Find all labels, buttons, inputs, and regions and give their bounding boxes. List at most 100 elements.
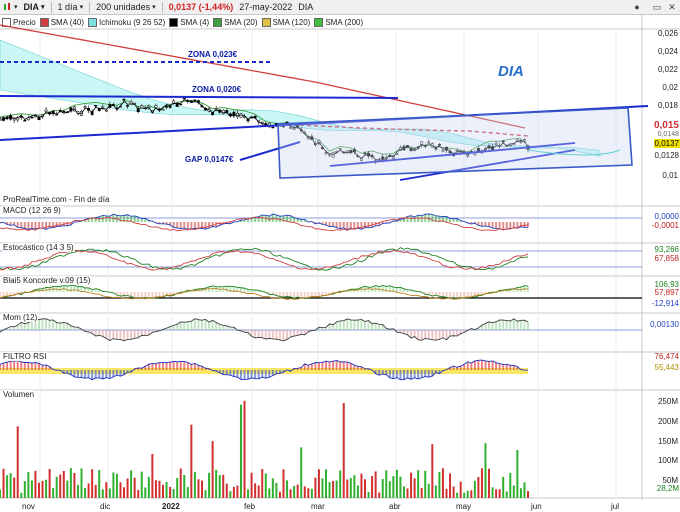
rsi-bar — [13, 361, 16, 370]
rsi-bar — [484, 360, 487, 370]
volume-bar — [466, 490, 469, 498]
volume-bar — [307, 488, 310, 498]
volume-tag: 28,2M — [656, 484, 679, 493]
volume-bar — [250, 472, 253, 498]
macd-bar — [353, 222, 356, 230]
volume-bar — [2, 468, 5, 498]
x-tick: feb — [244, 502, 256, 511]
mom-panel-label[interactable]: Mom (12) — [2, 313, 39, 322]
mom-bar — [498, 320, 501, 330]
rsi-bar — [16, 360, 19, 370]
koncorde-bar — [367, 287, 370, 292]
mom-bar — [289, 330, 292, 338]
chart-canvas[interactable] — [0, 0, 680, 512]
volume-panel-label[interactable]: Volumen — [2, 390, 36, 399]
volume-bar — [523, 482, 526, 498]
macd-signal-line — [0, 216, 529, 232]
rsi-bar — [495, 362, 498, 370]
rsi-bar — [27, 362, 30, 370]
macd-bar — [342, 222, 345, 228]
volume-bar — [381, 478, 384, 498]
mom-bar — [193, 318, 196, 330]
rsi-bar — [193, 363, 196, 370]
volume-bar — [399, 476, 402, 498]
rsi-bar — [105, 370, 108, 378]
rsi-bar — [264, 370, 267, 379]
mom-bar — [55, 322, 58, 330]
candle-body — [83, 106, 87, 109]
koncorde-bar — [445, 292, 448, 298]
mom-bar — [512, 318, 515, 330]
rsi-bar — [466, 361, 469, 370]
mom-bar — [349, 319, 352, 330]
macd-bar — [208, 222, 211, 229]
candle-body — [122, 98, 126, 101]
mom-bar — [509, 321, 512, 330]
rsi-bar — [91, 370, 94, 380]
chart-watermark-title: DIA — [498, 63, 524, 80]
macd-bar — [523, 222, 526, 228]
candle-body — [196, 100, 200, 103]
koncorde-bar — [286, 292, 289, 297]
zona-023-label: ZONA 0,023€ — [188, 50, 238, 59]
koncorde-bar — [73, 285, 76, 292]
volume-bar — [360, 473, 363, 498]
volume-bar — [211, 441, 214, 498]
macd-bar — [108, 216, 111, 222]
mom-bar — [48, 320, 51, 330]
rsi-bar — [402, 370, 405, 380]
volume-bar — [176, 478, 179, 498]
rsi-bar — [34, 362, 37, 370]
candle-body — [129, 101, 133, 105]
mom-bar — [112, 330, 115, 339]
macd-bar — [254, 217, 257, 222]
volume-bar — [385, 470, 388, 498]
macd-bar — [289, 215, 292, 222]
rsi-bar — [186, 362, 189, 370]
mom-bar — [137, 330, 140, 338]
candle-body — [0, 117, 2, 120]
rsi-bar — [509, 365, 512, 370]
price-tag-sma20: 0,0128 — [654, 151, 679, 160]
rsi-bar — [317, 362, 320, 370]
rsi-bar — [342, 361, 345, 370]
rsi-bar — [66, 370, 69, 374]
koncorde-bar — [293, 292, 296, 299]
macd-bar — [452, 218, 455, 222]
rsi-bar — [328, 362, 331, 370]
macd-bar — [332, 222, 335, 227]
koncorde-panel-label[interactable]: Blai5 Koncorde v.09 (15) — [2, 276, 92, 285]
koncorde-bar — [296, 292, 299, 298]
volume-bar — [52, 488, 55, 498]
rsi-bar — [314, 362, 317, 370]
volume-bar — [342, 403, 345, 498]
koncorde-bar — [76, 286, 79, 292]
volume-bar — [37, 482, 40, 498]
volume-bar — [254, 483, 257, 498]
rsi-bar — [261, 370, 264, 378]
volume-bar — [434, 485, 437, 498]
volume-bar — [378, 492, 381, 498]
volume-bar — [516, 450, 519, 498]
koncorde-bar — [303, 292, 306, 299]
volume-bar — [491, 487, 494, 498]
price-tag-ichimoku: 0,0148 — [657, 131, 679, 138]
stoch-panel-label[interactable]: Estocástico (14 3 5) — [2, 243, 75, 252]
mom-bar — [424, 330, 427, 339]
rsi-bar — [165, 362, 168, 370]
koncorde-bar — [225, 286, 228, 292]
mom-bar — [176, 324, 179, 330]
koncorde-bar — [441, 292, 444, 297]
volume-bar — [374, 471, 377, 498]
rsi-panel-label[interactable]: FILTRO RSI — [2, 352, 48, 361]
volume-bar — [76, 484, 79, 498]
x-tick: abr — [389, 502, 401, 511]
rsi-bar — [420, 370, 423, 378]
mom-bar — [356, 320, 359, 330]
volume-bar — [275, 482, 278, 498]
volume-bar — [30, 480, 33, 498]
gap-label: GAP 0,0147€ — [185, 155, 234, 164]
candle-body — [30, 116, 34, 119]
macd-panel-label[interactable]: MACD (12 26 9) — [2, 206, 62, 215]
mom-bar — [420, 330, 423, 341]
